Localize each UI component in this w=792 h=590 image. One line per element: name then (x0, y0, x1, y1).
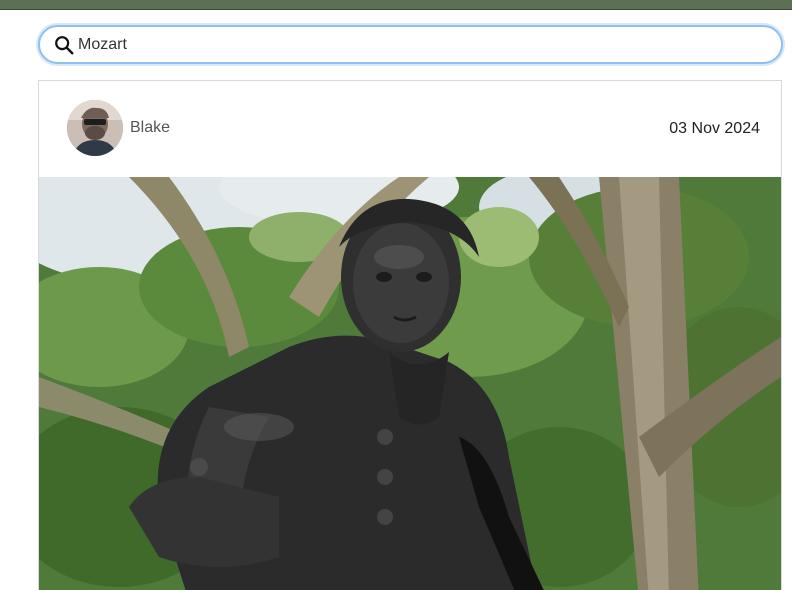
post-card: Blake 03 Nov 2024 (38, 80, 782, 590)
top-bar (0, 0, 792, 10)
avatar[interactable] (67, 100, 123, 156)
statue-photo (39, 177, 781, 590)
post-date: 03 Nov 2024 (669, 120, 760, 137)
avatar-image (67, 100, 123, 156)
post-photo[interactable] (39, 177, 781, 590)
search-bar[interactable] (38, 25, 783, 64)
post-header: Blake 03 Nov 2024 (39, 81, 781, 177)
search-icon (55, 36, 74, 55)
author-name[interactable]: Blake (130, 119, 170, 137)
search-input[interactable] (78, 33, 758, 57)
